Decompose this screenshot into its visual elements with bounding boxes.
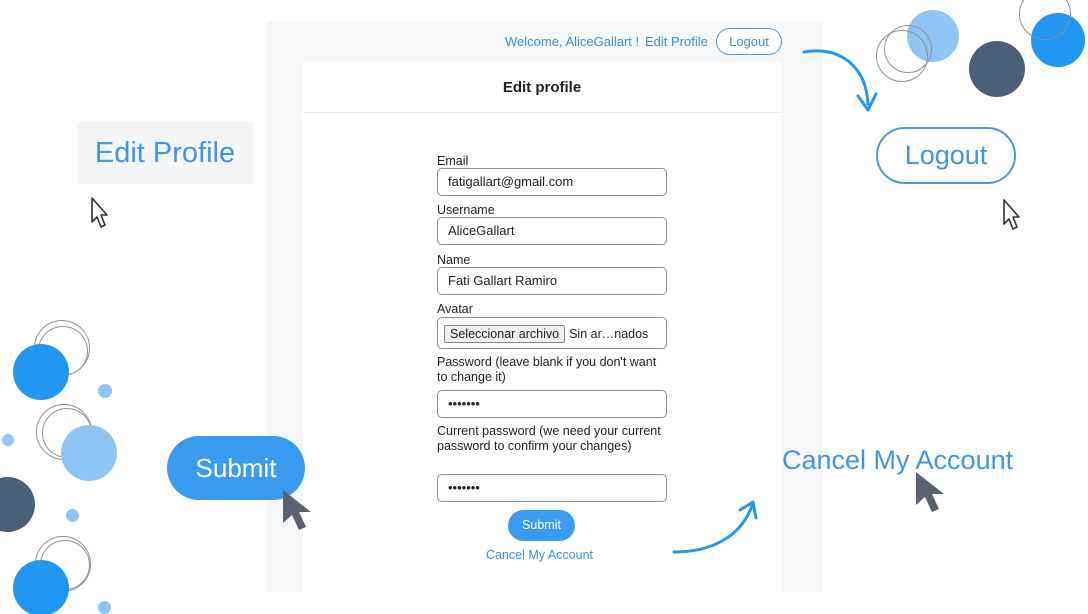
- logout-callout: Logout: [876, 127, 1016, 184]
- name-label: Name: [437, 253, 471, 267]
- welcome-message: Welcome, AliceGallart !: [505, 34, 640, 49]
- decorative-circle: [13, 560, 69, 614]
- decorative-circle: [98, 601, 111, 614]
- current-password-field[interactable]: •••••••: [437, 474, 667, 502]
- decorative-circle: [0, 477, 35, 532]
- pointer-cursor-icon: [916, 472, 944, 512]
- edit-profile-callout: Edit Profile: [77, 122, 253, 184]
- decorative-circle: [2, 434, 14, 446]
- submit-button[interactable]: Submit: [508, 510, 575, 541]
- avatar-label: Avatar: [437, 302, 473, 316]
- pointer-cursor-outline-icon: [1003, 199, 1020, 230]
- username-field[interactable]: AliceGallart: [437, 217, 667, 245]
- avatar-file-input[interactable]: Seleccionar archivo Sin ar…nados: [437, 317, 667, 349]
- decorative-circle: [13, 344, 69, 400]
- curved-arrow-icon: [672, 500, 758, 554]
- logout-button[interactable]: Logout: [716, 28, 782, 55]
- cancel-account-link[interactable]: Cancel My Account: [486, 548, 593, 562]
- email-field[interactable]: fatigallart@gmail.com: [437, 168, 667, 196]
- curved-arrow-icon: [802, 49, 878, 112]
- choose-file-button[interactable]: Seleccionar archivo: [444, 324, 566, 343]
- decorative-ring: [884, 25, 932, 73]
- current-password-label: Current password (we need your current p…: [437, 424, 661, 453]
- top-navigation: Welcome, AliceGallart ! Edit Profile Log…: [267, 22, 823, 62]
- decorative-circle: [66, 509, 79, 522]
- file-status: Sin ar…nados: [569, 326, 649, 341]
- decorative-circle: [969, 41, 1025, 97]
- password-label: Password (leave blank if you don't want …: [437, 355, 657, 384]
- page-title: Edit profile: [502, 79, 582, 96]
- pointer-cursor-outline-icon: [91, 197, 108, 228]
- edit-profile-link[interactable]: Edit Profile: [645, 34, 708, 49]
- pointer-cursor-icon: [283, 490, 311, 530]
- name-field[interactable]: Fati Gallart Ramiro: [437, 267, 667, 295]
- decorative-circle: [61, 425, 117, 481]
- username-label: Username: [437, 203, 495, 217]
- password-field[interactable]: •••••••: [437, 390, 667, 418]
- decorative-circle: [98, 384, 112, 398]
- email-label: Email: [437, 154, 469, 168]
- divider: [303, 112, 781, 113]
- cancel-account-callout: Cancel My Account: [782, 445, 1014, 475]
